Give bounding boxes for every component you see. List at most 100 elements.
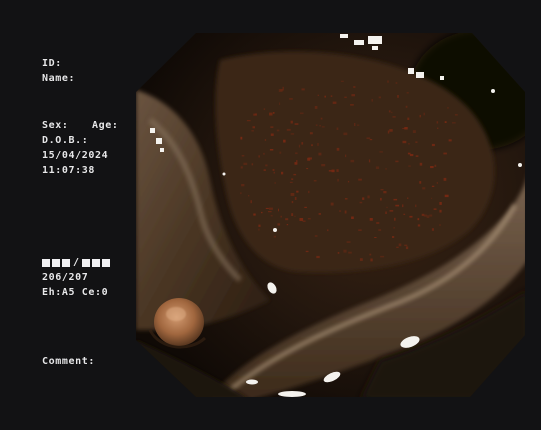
- vessel-speck: [359, 258, 363, 261]
- progress-box: [42, 258, 50, 267]
- vessel-speck: [429, 214, 433, 217]
- vessel-speck: [354, 123, 356, 126]
- vessel-speck: [404, 244, 408, 246]
- vessel-speck: [274, 182, 276, 184]
- vessel-speck: [258, 224, 261, 227]
- polyp: [154, 298, 204, 346]
- vessel-speck: [273, 235, 276, 238]
- vessel-speck: [301, 142, 304, 145]
- vessel-speck: [243, 162, 248, 165]
- vessel-speck: [396, 246, 399, 248]
- vessel-speck: [391, 111, 393, 114]
- vessel-speck: [324, 95, 326, 98]
- vessel-speck: [385, 168, 387, 170]
- vessel-speck: [430, 166, 434, 169]
- vessel-speck: [300, 112, 304, 115]
- vessel-speck: [388, 110, 391, 113]
- vessel-speck: [415, 155, 419, 157]
- vessel-speck: [269, 149, 274, 151]
- vessel-speck: [291, 213, 294, 216]
- vessel-speck: [336, 127, 339, 130]
- vessel-speck: [294, 215, 296, 217]
- vessel-speck: [369, 139, 373, 141]
- progress-box: [82, 258, 90, 267]
- vessel-speck: [368, 159, 371, 163]
- vessel-speck: [422, 187, 426, 190]
- vessel-speck: [379, 151, 383, 153]
- patient-name-label: Name:: [42, 73, 76, 84]
- vessel-speck: [346, 241, 351, 243]
- vessel-speck: [295, 152, 298, 155]
- vessel-speck: [403, 213, 406, 215]
- vessel-speck: [317, 94, 319, 96]
- vessel-speck: [269, 207, 273, 210]
- vessel-speck: [283, 139, 286, 143]
- vessel-speck: [315, 124, 318, 126]
- vessel-speck: [290, 193, 295, 196]
- vessel-speck: [380, 189, 384, 191]
- vessel-speck: [270, 215, 273, 217]
- vessel-speck: [270, 126, 274, 128]
- vessel-speck: [387, 130, 390, 134]
- vessel-speck: [344, 198, 348, 200]
- vessel-speck: [308, 157, 312, 160]
- vessel-speck: [380, 255, 385, 258]
- vessel-speck: [447, 107, 449, 109]
- vessel-speck: [395, 204, 400, 207]
- vessel-speck: [248, 195, 250, 197]
- vessel-speck: [319, 125, 321, 127]
- frame-counter: 206/207: [42, 272, 89, 283]
- vessel-speck: [241, 184, 245, 187]
- vessel-speck: [344, 96, 347, 98]
- progress-box: [102, 258, 110, 267]
- vessel-speck: [289, 98, 293, 100]
- vessel-speck: [296, 190, 299, 193]
- vessel-speck: [353, 86, 356, 88]
- vessel-speck: [307, 218, 311, 220]
- vessel-speck: [409, 215, 413, 218]
- vessel-speck: [252, 126, 255, 129]
- vessel-speck: [392, 236, 395, 238]
- vessel-speck: [376, 222, 380, 224]
- vessel-speck: [276, 129, 280, 132]
- vessel-speck: [359, 201, 363, 204]
- vessel-speck: [241, 155, 245, 157]
- vessel-speck: [250, 200, 252, 204]
- vessel-speck: [439, 209, 442, 213]
- vessel-speck: [362, 197, 365, 200]
- vessel-speck: [263, 169, 266, 171]
- vessel-speck: [301, 88, 305, 91]
- vessel-speck: [337, 252, 340, 254]
- vessel-speck: [246, 120, 251, 122]
- vessel-speck: [272, 169, 275, 171]
- vessel-speck: [309, 132, 313, 135]
- vessel-speck: [386, 206, 388, 209]
- vessel-speck: [311, 144, 313, 147]
- vessel-speck: [328, 170, 332, 172]
- progress-box: [92, 258, 100, 267]
- vessel-speck: [369, 253, 372, 256]
- vessel-speck: [314, 235, 318, 237]
- sex-label: Sex:: [42, 120, 69, 131]
- vessel-speck: [370, 258, 373, 262]
- vessel-speck: [389, 210, 394, 212]
- vessel-speck: [366, 137, 371, 139]
- progress-separator: /: [72, 257, 80, 268]
- vessel-speck: [367, 195, 370, 199]
- vessel-speck: [253, 213, 256, 216]
- vessel-speck: [431, 228, 434, 231]
- vessel-speck: [240, 136, 243, 140]
- vessel-speck: [395, 160, 399, 163]
- vessel-speck: [306, 168, 309, 170]
- vessel-speck: [369, 218, 373, 221]
- vessel-speck: [371, 99, 373, 102]
- vessel-speck: [443, 152, 447, 155]
- vessel-speck: [294, 197, 297, 200]
- age-label: Age:: [92, 120, 119, 131]
- vessel-speck: [320, 117, 323, 120]
- vessel-speck: [321, 164, 326, 167]
- vessel-speck: [304, 206, 307, 208]
- vessel-speck: [278, 208, 279, 212]
- enhancement-settings: Eh:A5 Ce:0: [42, 287, 109, 298]
- vessel-speck: [378, 229, 382, 231]
